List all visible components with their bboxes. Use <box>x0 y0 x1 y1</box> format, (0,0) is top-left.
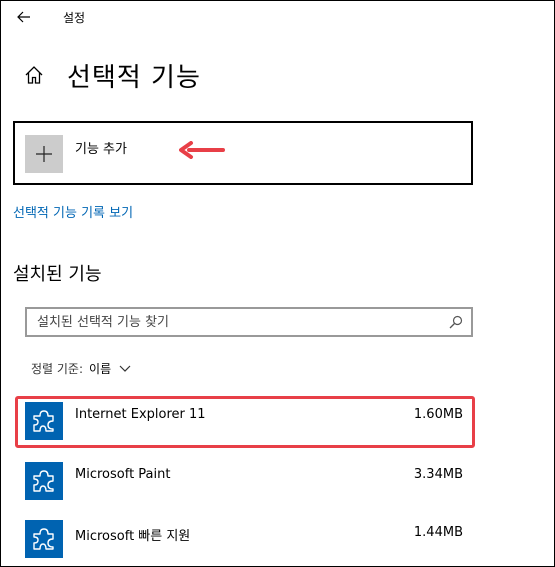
feature-item-internet-explorer[interactable]: Internet Explorer 11 1.60MB <box>15 396 475 448</box>
back-arrow-icon <box>17 11 30 23</box>
sort-dropdown[interactable]: 정렬 기준: 이름 <box>31 360 131 377</box>
home-icon[interactable] <box>23 64 45 86</box>
view-history-link[interactable]: 선택적 기능 기록 보기 <box>13 202 133 221</box>
add-feature-label: 기능 추가 <box>75 142 127 157</box>
search-icon[interactable] <box>449 315 463 329</box>
installed-features-title: 설치된 기능 <box>13 264 102 285</box>
sort-label: 정렬 기준: <box>31 362 84 376</box>
feature-name: Microsoft Paint <box>75 467 171 482</box>
page-header: 선택적 기능 <box>23 53 201 97</box>
search-box <box>25 307 473 337</box>
chevron-down-icon <box>119 365 131 372</box>
feature-size: 3.34MB <box>413 467 463 482</box>
feature-name: Internet Explorer 11 <box>75 407 206 422</box>
plus-icon <box>36 146 52 162</box>
add-feature-tile <box>25 135 63 173</box>
window-title: 설정 <box>63 11 86 25</box>
search-input[interactable] <box>27 309 447 335</box>
settings-window: 설정 선택적 기능 기능 추가 선택적 기능 기록 보기 설치된 기능 정렬 기… <box>0 0 555 567</box>
puzzle-icon <box>25 462 63 500</box>
back-button[interactable] <box>9 4 39 30</box>
sort-value: 이름 <box>89 362 112 376</box>
feature-size: 1.60MB <box>413 407 463 422</box>
feature-item-microsoft-paint[interactable]: Microsoft Paint 3.34MB <box>15 456 475 508</box>
feature-size: 1.44MB <box>413 525 463 540</box>
puzzle-icon <box>25 520 63 558</box>
title-bar: 설정 <box>1 1 554 33</box>
puzzle-icon <box>25 402 63 440</box>
feature-item-quick-assist[interactable]: Microsoft 빠른 지원 1.44MB <box>15 514 475 566</box>
annotation-arrow-icon <box>179 141 225 159</box>
page-title: 선택적 기능 <box>67 62 201 93</box>
feature-name: Microsoft 빠른 지원 <box>75 529 191 544</box>
add-feature-button[interactable]: 기능 추가 <box>13 121 473 185</box>
